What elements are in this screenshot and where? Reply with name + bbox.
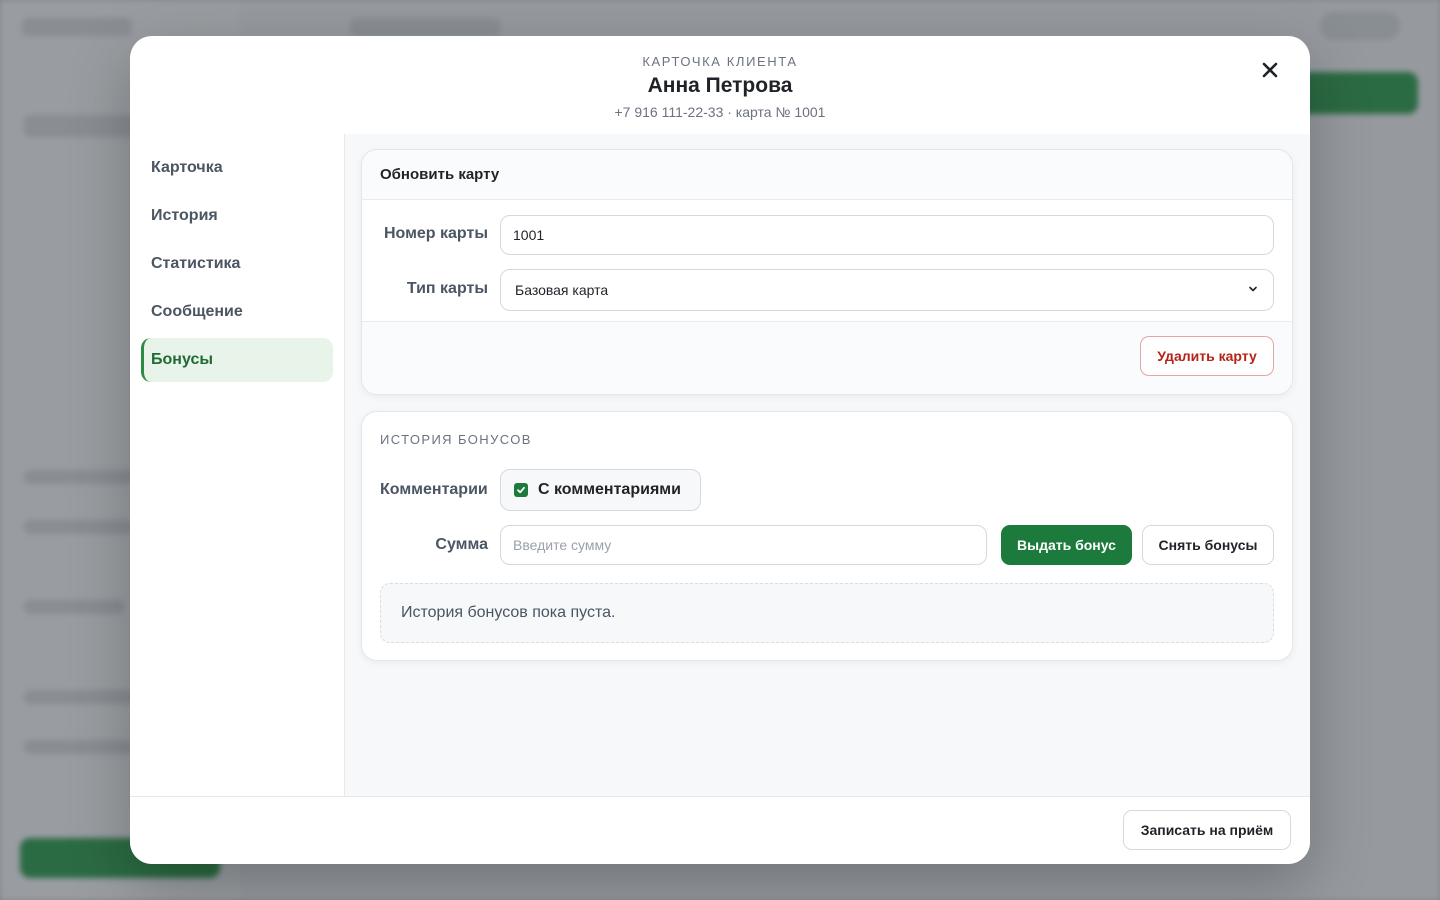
checkmark-icon <box>517 486 525 494</box>
close-button[interactable] <box>1256 56 1284 84</box>
update-card-header: Обновить карту <box>362 150 1292 200</box>
take-bonus-button[interactable]: Снять бонусы <box>1142 525 1274 565</box>
modal-header: КАРТОЧКА КЛИЕНТА Анна Петрова +7 916 111… <box>130 36 1310 135</box>
give-bonus-button[interactable]: Выдать бонус <box>1001 525 1132 565</box>
give-bonus-label: Выдать бонус <box>1017 537 1116 553</box>
nav-item-bonuses[interactable]: Бонусы <box>141 338 333 382</box>
card-type-select[interactable]: Базовая карта <box>500 269 1274 311</box>
card-number-value: 1001 <box>513 227 545 243</box>
modal-footer: Записать на приём <box>130 796 1310 864</box>
client-contact-info: +7 916 111-22-33 · карта № 1001 <box>614 104 826 120</box>
nav-item-label: История <box>151 207 218 224</box>
close-icon <box>1262 62 1278 78</box>
comments-checkbox[interactable] <box>514 483 528 497</box>
nav-item-card[interactable]: Карточка <box>141 146 333 190</box>
nav-item-label: Сообщение <box>151 303 243 320</box>
nav-item-label: Карточка <box>151 159 223 176</box>
client-card-modal: КАРТОЧКА КЛИЕНТА Анна Петрова +7 916 111… <box>130 36 1310 864</box>
card-number-label: Номер карты <box>383 225 488 242</box>
update-card-footer: Удалить карту <box>362 321 1292 394</box>
book-appointment-button[interactable]: Записать на приём <box>1123 810 1291 850</box>
amount-placeholder: Введите сумму <box>513 537 612 553</box>
comments-label: Комментарии <box>380 481 488 498</box>
nav-item-label: Статистика <box>151 255 241 272</box>
modal-sidebar-nav: Карточка История Статистика Сообщение Бо… <box>130 134 345 796</box>
delete-card-button[interactable]: Удалить карту <box>1140 336 1274 376</box>
client-name: Анна Петрова <box>647 74 793 97</box>
nav-item-message[interactable]: Сообщение <box>141 290 333 334</box>
amount-label: Сумма <box>435 536 488 553</box>
card-type-label: Тип карты <box>406 280 488 297</box>
modal-eyebrow: КАРТОЧКА КЛИЕНТА <box>642 54 798 69</box>
empty-state-text: История бонусов пока пуста. <box>401 604 616 621</box>
comments-checkbox-label: С комментариями <box>538 481 681 498</box>
bonus-history-empty-state: История бонусов пока пуста. <box>380 583 1274 643</box>
nav-item-history[interactable]: История <box>141 194 333 238</box>
modal-content: Обновить карту Номер карты 1001 Тип карт… <box>345 134 1310 796</box>
nav-item-label: Бонусы <box>151 351 213 368</box>
book-appointment-label: Записать на приём <box>1140 822 1274 838</box>
bonus-history-panel: ИСТОРИЯ БОНУСОВ Комментарии С комментари… <box>361 411 1293 661</box>
bonus-history-title: ИСТОРИЯ БОНУСОВ <box>380 432 532 447</box>
nav-item-statistics[interactable]: Статистика <box>141 242 333 286</box>
card-number-input[interactable]: 1001 <box>500 215 1274 255</box>
card-type-value: Базовая карта <box>515 282 609 298</box>
chevron-down-icon <box>1249 286 1257 292</box>
take-bonus-label: Снять бонусы <box>1158 537 1258 553</box>
delete-card-label: Удалить карту <box>1157 348 1257 364</box>
comments-toggle[interactable]: С комментариями <box>500 469 701 511</box>
update-card-panel: Обновить карту Номер карты 1001 Тип карт… <box>361 149 1293 395</box>
update-card-title: Обновить карту <box>380 166 500 183</box>
amount-input[interactable]: Введите сумму <box>500 525 987 565</box>
